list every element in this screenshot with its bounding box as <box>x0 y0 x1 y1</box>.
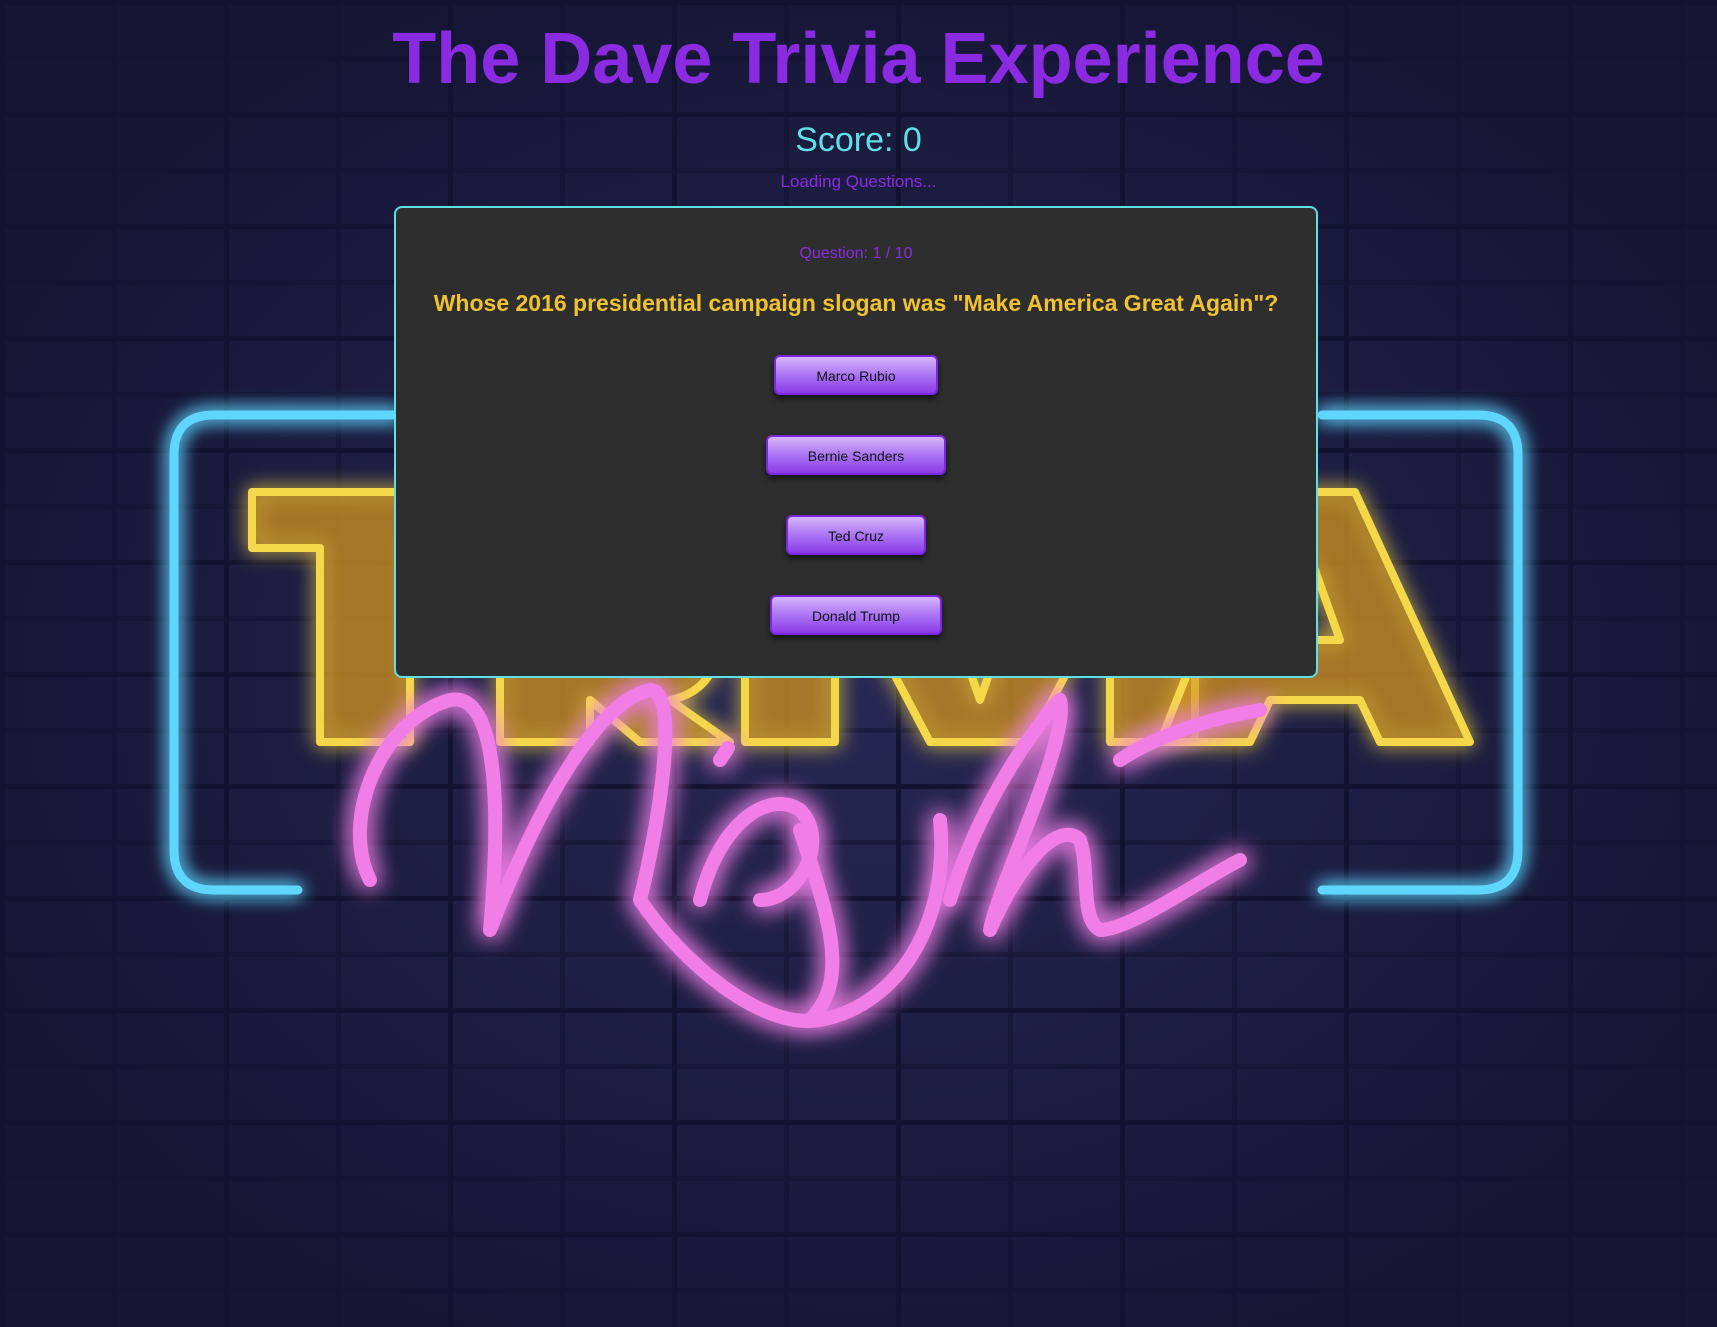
header: The Dave Trivia Experience Score: 0 Load… <box>0 0 1717 192</box>
answer-button-marco-rubio[interactable]: Marco Rubio <box>774 355 938 395</box>
score-display: Score: 0 <box>795 121 922 159</box>
answer-button-ted-cruz[interactable]: Ted Cruz <box>785 515 927 555</box>
answer-button-bernie-sanders[interactable]: Bernie Sanders <box>765 435 947 475</box>
answer-button-donald-trump[interactable]: Donald Trump <box>770 595 942 635</box>
question-counter: Question: 1 / 10 <box>799 245 913 262</box>
question-card: Question: 1 / 10 Whose 2016 presidential… <box>394 206 1318 678</box>
page-title: The Dave Trivia Experience <box>392 19 1325 99</box>
answer-list: Marco Rubio Bernie Sanders Ted Cruz Dona… <box>396 355 1316 635</box>
question-text: Whose 2016 presidential campaign slogan … <box>433 290 1279 316</box>
loading-status: Loading Questions... <box>780 172 937 191</box>
